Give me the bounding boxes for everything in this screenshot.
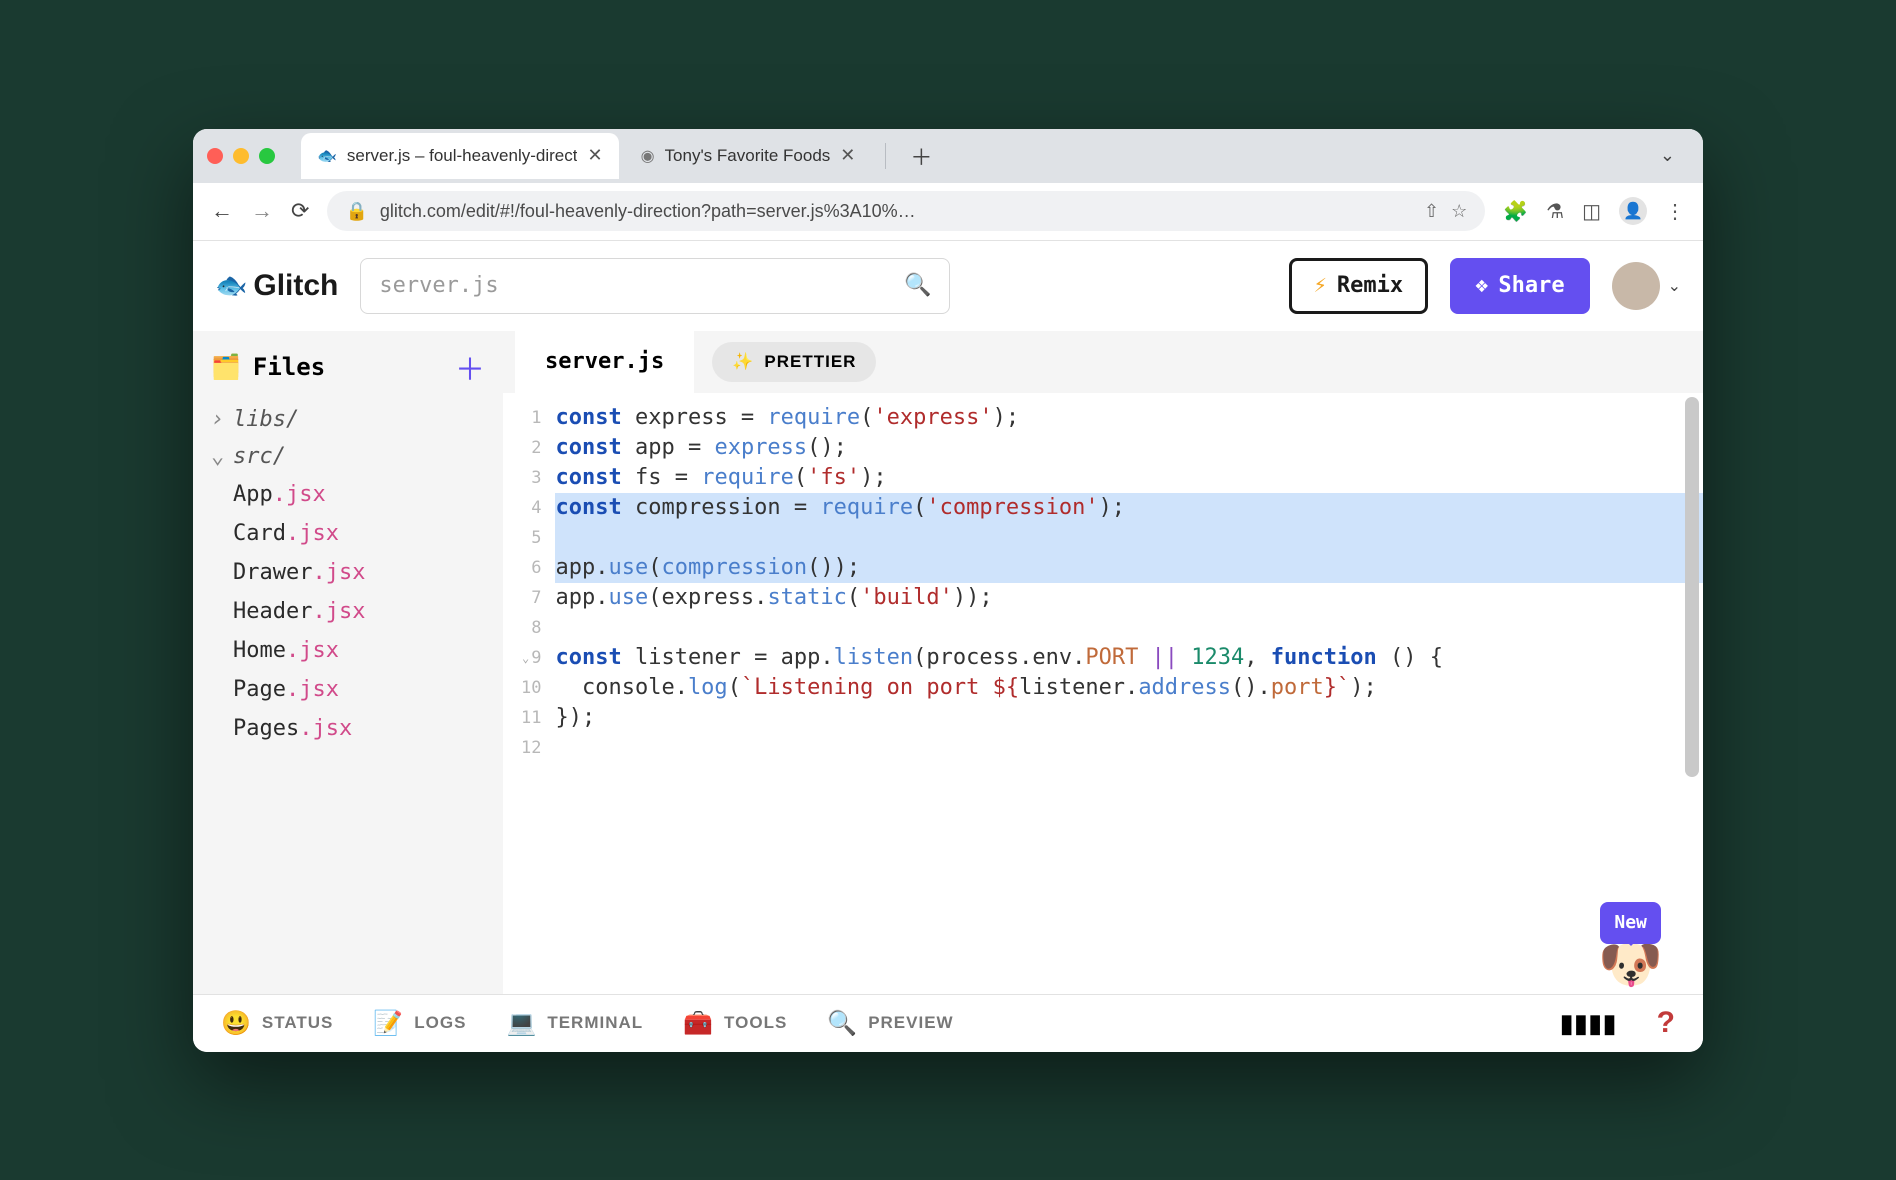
bolt-icon: ⚡	[1314, 273, 1327, 298]
search-placeholder: server.js	[379, 273, 498, 298]
file-item[interactable]: Drawer.jsx	[193, 553, 503, 592]
mascot-icon: 🐶	[1598, 950, 1663, 980]
profile-icon[interactable]: 👤	[1619, 197, 1647, 225]
chevron-down-icon: ⌄	[1668, 276, 1681, 296]
browser-tab-active[interactable]: 🐟 server.js – foul-heavenly-direct ✕	[301, 133, 619, 179]
maximize-window-button[interactable]	[259, 148, 275, 164]
remix-button[interactable]: ⚡ Remix	[1289, 258, 1428, 314]
app-header: 🐟 Glitch server.js 🔍 ⚡ Remix ❖ Share ⌄	[193, 241, 1703, 331]
keyboard-shortcuts-icon[interactable]: ▮▮▮▮	[1559, 1008, 1616, 1039]
share-label: Share	[1498, 273, 1564, 298]
bottombar-logs[interactable]: 📝LOGS	[373, 1009, 466, 1038]
add-file-button[interactable]: ＋	[455, 345, 485, 389]
browser-window: 🐟 server.js – foul-heavenly-direct ✕ ◉ T…	[193, 129, 1703, 1052]
sidepanel-icon[interactable]: ◫	[1582, 199, 1601, 224]
tab-title: server.js – foul-heavenly-direct	[347, 146, 578, 166]
tab-close-icon[interactable]: ✕	[840, 145, 855, 166]
tab-separator	[885, 143, 886, 169]
account-menu[interactable]: ⌄	[1612, 262, 1681, 310]
forward-button[interactable]: →	[251, 198, 273, 224]
tabs-dropdown-icon[interactable]: ⌄	[1646, 145, 1689, 166]
back-button[interactable]: ←	[211, 198, 233, 224]
glitch-logo-icon: 🐟	[215, 270, 247, 301]
files-icon: 🗂️	[211, 353, 241, 381]
share-icon: ❖	[1475, 273, 1488, 298]
search-input[interactable]: server.js 🔍	[360, 258, 950, 314]
bottombar-preview[interactable]: 🔍PREVIEW	[827, 1009, 953, 1038]
lock-icon: 🔒	[345, 201, 367, 222]
tab-title: Tony's Favorite Foods	[665, 146, 831, 166]
prettier-label: PRETTIER	[764, 352, 856, 372]
bottom-bar: 😃STATUS 📝LOGS 💻TERMINAL 🧰TOOLS 🔍PREVIEW ▮▮▮▮…	[193, 994, 1703, 1052]
window-controls	[207, 148, 275, 164]
editor-tab-active[interactable]: server.js	[515, 331, 694, 393]
scrollbar[interactable]	[1685, 397, 1699, 797]
new-tab-button[interactable]: ＋	[900, 136, 942, 176]
folder-item[interactable]: ›libs/	[193, 401, 503, 438]
file-item[interactable]: Header.jsx	[193, 592, 503, 631]
file-item[interactable]: Page.jsx	[193, 670, 503, 709]
browser-tab-strip: 🐟 server.js – foul-heavenly-direct ✕ ◉ T…	[193, 129, 1703, 183]
close-window-button[interactable]	[207, 148, 223, 164]
file-item[interactable]: Home.jsx	[193, 631, 503, 670]
browser-toolbar: ← → ⟳ 🔒 glitch.com/edit/#!/foul-heavenly…	[193, 183, 1703, 241]
minimize-window-button[interactable]	[233, 148, 249, 164]
share-page-icon[interactable]: ⇧	[1424, 201, 1439, 222]
bottombar-tools[interactable]: 🧰TOOLS	[683, 1009, 787, 1038]
file-item[interactable]: Card.jsx	[193, 514, 503, 553]
prettier-button[interactable]: ✨ PRETTIER	[712, 342, 876, 382]
scrollbar-thumb[interactable]	[1685, 397, 1699, 777]
kebab-menu-icon[interactable]: ⋮	[1665, 199, 1685, 224]
whats-new-badge[interactable]: New 🐶	[1598, 902, 1663, 980]
share-button[interactable]: ❖ Share	[1450, 258, 1589, 314]
remix-label: Remix	[1337, 273, 1403, 298]
help-icon[interactable]: ?	[1657, 1006, 1675, 1040]
reload-button[interactable]: ⟳	[291, 198, 309, 224]
url-text: glitch.com/edit/#!/foul-heavenly-directi…	[380, 201, 1412, 222]
main-area: 🗂️ Files ＋ ›libs/⌄src/App.jsxCard.jsxDra…	[193, 331, 1703, 994]
glitch-brand-text: Glitch	[253, 269, 338, 303]
editor-pane: server.js ✨ PRETTIER 12345678⌄ 9101112 c…	[503, 331, 1703, 994]
code-editor[interactable]: 12345678⌄ 9101112 const express = requir…	[503, 393, 1703, 994]
bottombar-status[interactable]: 😃STATUS	[221, 1009, 333, 1038]
search-icon: 🔍	[904, 273, 931, 298]
file-item[interactable]: App.jsx	[193, 475, 503, 514]
address-bar[interactable]: 🔒 glitch.com/edit/#!/foul-heavenly-direc…	[327, 191, 1485, 231]
file-tree: ›libs/⌄src/App.jsxCard.jsxDrawer.jsxHead…	[193, 397, 503, 752]
folder-item[interactable]: ⌄src/	[193, 438, 503, 475]
labs-icon[interactable]: ⚗	[1546, 199, 1564, 224]
tab-favicon: 🐟	[317, 146, 337, 166]
new-bubble: New	[1600, 902, 1661, 944]
glitch-logo[interactable]: 🐟 Glitch	[215, 269, 338, 303]
browser-tab[interactable]: ◉ Tony's Favorite Foods ✕	[625, 133, 872, 179]
files-header: 🗂️ Files ＋	[193, 331, 503, 397]
sparkle-icon: ✨	[732, 352, 754, 372]
tab-close-icon[interactable]: ✕	[587, 145, 602, 166]
sidebar: 🗂️ Files ＋ ›libs/⌄src/App.jsxCard.jsxDra…	[193, 331, 503, 994]
avatar	[1612, 262, 1660, 310]
code-content: const express = require('express');const…	[549, 393, 1703, 994]
file-item[interactable]: Pages.jsx	[193, 709, 503, 748]
bottombar-terminal[interactable]: 💻TERMINAL	[506, 1009, 643, 1038]
tab-favicon: ◉	[641, 146, 655, 166]
line-gutter: 12345678⌄ 9101112	[503, 393, 549, 994]
extensions-icon[interactable]: 🧩	[1503, 199, 1528, 224]
editor-tab-bar: server.js ✨ PRETTIER	[503, 331, 1703, 393]
files-title: Files	[253, 353, 325, 381]
bookmark-star-icon[interactable]: ☆	[1451, 201, 1467, 222]
